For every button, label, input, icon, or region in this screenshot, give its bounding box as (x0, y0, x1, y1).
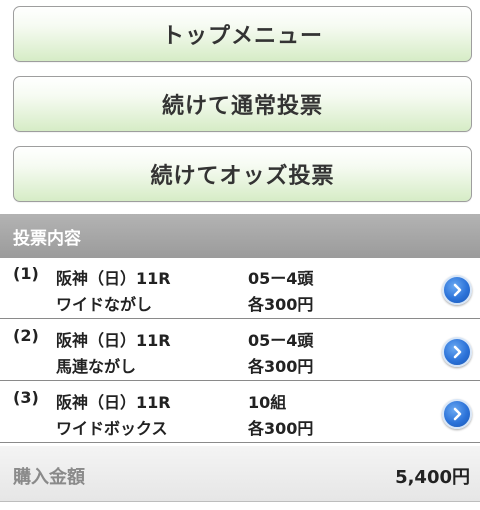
bet-index: (3) (13, 388, 39, 407)
bet-race: 阪神（日）11R (56, 393, 171, 412)
continue-odds-bet-button[interactable]: 続けてオッズ投票 (13, 146, 472, 202)
purchase-total-bar: 購入金額 5,400円 (0, 446, 480, 502)
bet-race: 阪神（日）11R (56, 269, 171, 288)
bet-selection: 05ー4頭 (248, 269, 314, 288)
bet-type: 馬連ながし (56, 357, 137, 376)
bet-race: 阪神（日）11R (56, 331, 171, 350)
bet-index: (2) (13, 326, 39, 345)
bet-contents-header: 投票内容 (0, 214, 480, 258)
bet-row[interactable]: (3) 阪神（日）11R ワイドボックス 10組 各300円 (0, 382, 480, 443)
bet-amount: 各300円 (248, 357, 314, 376)
bet-amount: 各300円 (248, 419, 314, 438)
section-title: 投票内容 (13, 228, 81, 249)
bet-amount: 各300円 (248, 295, 314, 314)
bet-row[interactable]: (1) 阪神（日）11R ワイドながし 05ー4頭 各300円 (0, 258, 480, 319)
total-value: 5,400円 (395, 467, 470, 488)
total-label: 購入金額 (13, 467, 85, 488)
continue-normal-bet-button[interactable]: 続けて通常投票 (13, 76, 472, 132)
top-menu-button[interactable]: トップメニュー (13, 6, 472, 62)
bet-type: ワイドボックス (56, 419, 168, 438)
bet-row[interactable]: (2) 阪神（日）11R 馬連ながし 05ー4頭 各300円 (0, 320, 480, 381)
chevron-right-circle-icon[interactable] (442, 337, 472, 367)
bet-type: ワイドながし (56, 295, 153, 314)
chevron-right-circle-icon[interactable] (442, 399, 472, 429)
bet-selection: 10組 (248, 393, 287, 412)
bet-index: (1) (13, 264, 39, 283)
chevron-right-circle-icon[interactable] (442, 275, 472, 305)
bet-selection: 05ー4頭 (248, 331, 314, 350)
